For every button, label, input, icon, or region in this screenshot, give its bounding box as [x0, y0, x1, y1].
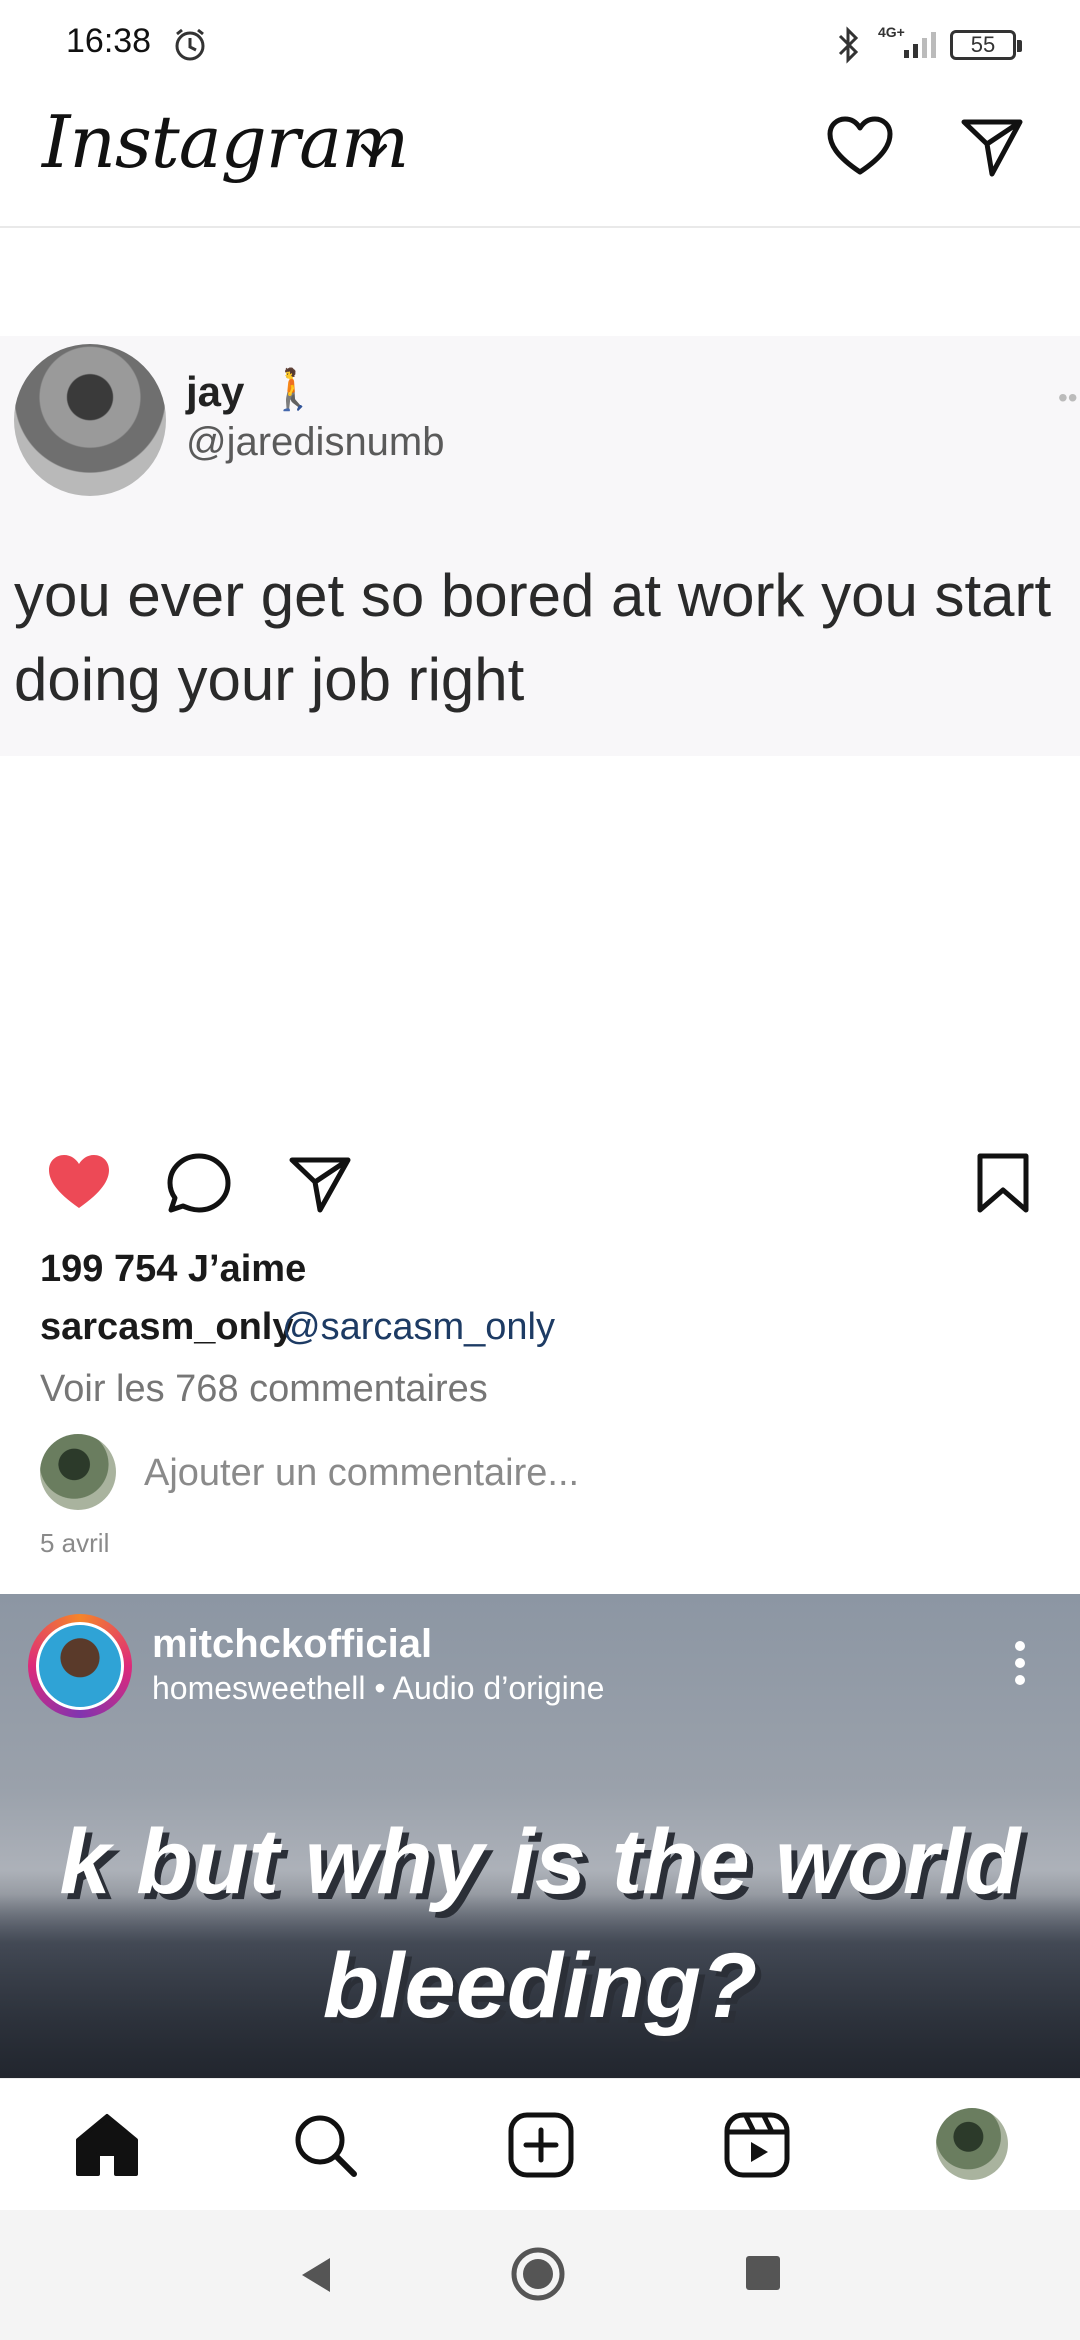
search-icon[interactable]	[290, 2110, 360, 2185]
share-icon[interactable]	[288, 1154, 352, 1219]
home-icon[interactable]	[72, 2110, 142, 2185]
home-button-icon[interactable]	[510, 2246, 566, 2307]
bookmark-icon[interactable]	[976, 1152, 1030, 1219]
reels-icon[interactable]	[722, 2110, 792, 2185]
direct-messages-icon[interactable]	[960, 116, 1024, 183]
like-heart-icon[interactable]	[46, 1152, 112, 1217]
tweet-avatar	[14, 344, 166, 496]
back-icon[interactable]	[296, 2254, 336, 2301]
reel-audio-label[interactable]: homesweethell • Audio d’origine	[152, 1670, 604, 1707]
create-post-icon[interactable]	[506, 2110, 576, 2185]
alarm-icon	[172, 26, 208, 67]
tweet-handle: @jaredisnumb	[186, 420, 445, 464]
chevron-down-icon[interactable]	[357, 140, 391, 169]
likes-count[interactable]: 199 754 J’aime	[40, 1248, 306, 1291]
notifications-heart-icon[interactable]	[826, 116, 894, 183]
signal-icon	[902, 28, 942, 65]
current-user-avatar	[40, 1434, 116, 1510]
view-comments-link[interactable]: Voir les 768 commentaires	[40, 1368, 488, 1411]
walking-emoji-icon: 🚶	[268, 368, 318, 412]
tweet-text: you ever get so bored at work you start …	[14, 562, 1052, 713]
caption-username[interactable]: sarcasm_only	[40, 1306, 294, 1349]
header-divider	[0, 226, 1080, 228]
network-type: 4G+	[878, 24, 905, 40]
profile-avatar[interactable]	[936, 2108, 1008, 2180]
post-date: 5 avril	[40, 1528, 110, 1558]
reel-overlay-text: k but why is the world bleeding?	[59, 1811, 1021, 2037]
battery-indicator: 55	[950, 30, 1022, 60]
add-comment-field[interactable]: Ajouter un commentaire...	[144, 1452, 579, 1495]
more-options-icon[interactable]	[1014, 1640, 1026, 1691]
tweet-more-icon: ••	[1058, 382, 1078, 413]
recent-apps-icon[interactable]	[746, 2256, 780, 2290]
comment-icon[interactable]	[166, 1152, 232, 1219]
reel-username[interactable]: mitchckofficial	[152, 1622, 432, 1667]
tweet-author-name: jay	[186, 368, 245, 415]
instagram-logo[interactable]: Instagram	[42, 100, 409, 184]
status-time: 16:38	[66, 22, 152, 60]
caption-mention-link[interactable]: @sarcasm_only	[282, 1306, 555, 1349]
reel-author-avatar[interactable]	[36, 1622, 124, 1710]
bluetooth-icon	[834, 26, 862, 69]
